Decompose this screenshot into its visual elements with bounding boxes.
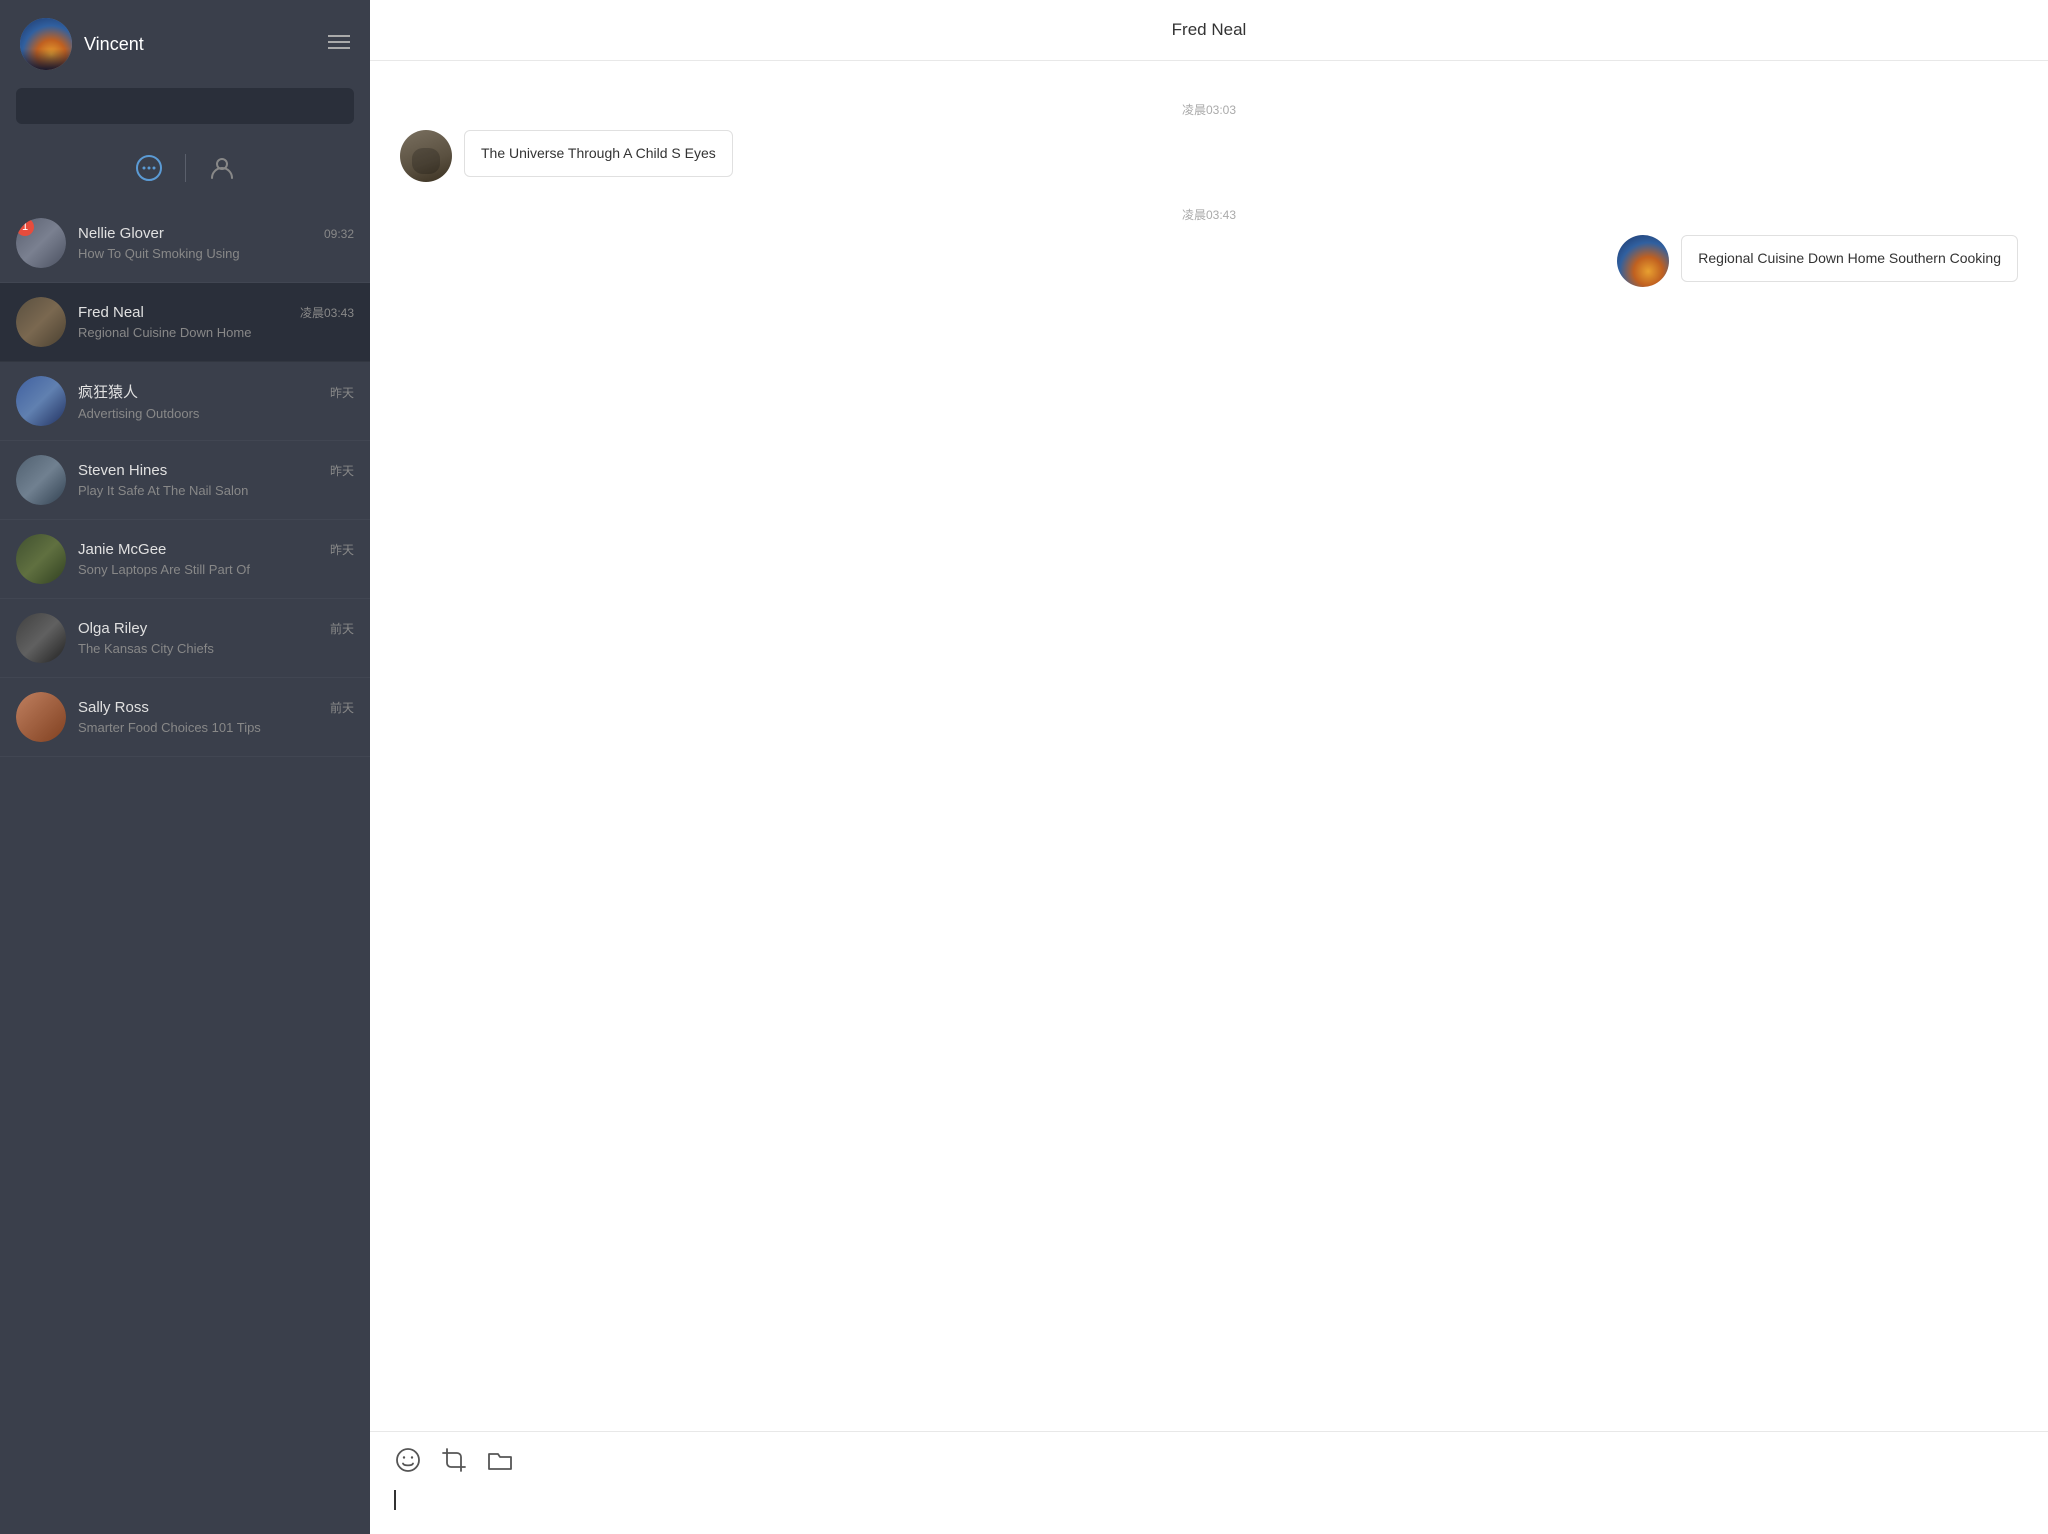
contact-info-fred-neal: Fred Neal 凌晨03:43 Regional Cuisine Down Ho… [78, 304, 354, 340]
search-bar[interactable] [16, 88, 354, 124]
contact-preview-steven-hines: Play It Safe At The Nail Salon [78, 483, 354, 498]
contact-name-olga-riley: Olga Riley [78, 620, 147, 637]
contact-info-sally-ross: Sally Ross 前天 Smarter Food Choices 101 Tip… [78, 699, 354, 735]
tab-chat[interactable] [125, 144, 173, 192]
contact-name-nellie-glover: Nellie Glover [78, 225, 164, 242]
sidebar-header: Vincent [0, 0, 370, 88]
contact-info-nellie-glover: Nellie Glover 09:32 How To Quit Smoking Us… [78, 225, 354, 261]
contact-preview-crazy-monkey: Advertising Outdoors [78, 406, 354, 421]
contact-preview-olga-riley: The Kansas City Chiefs [78, 641, 354, 656]
contact-item-sally-ross[interactable]: Sally Ross 前天 Smarter Food Choices 101 Tip… [0, 678, 370, 757]
contact-avatar-olga-riley [16, 613, 66, 663]
contact-preview-janie-mcgee: Sony Laptops Are Still Part Of [78, 562, 354, 577]
text-cursor [394, 1490, 396, 1510]
message-row-msg-1: The Universe Through A Child S Eyes [400, 130, 2018, 182]
contact-name-steven-hines: Steven Hines [78, 462, 167, 479]
contact-info-olga-riley: Olga Riley 前天 The Kansas City Chiefs [78, 620, 354, 656]
sidebar-username: Vincent [84, 34, 144, 55]
user-avatar [20, 18, 72, 70]
contact-name-sally-ross: Sally Ross [78, 699, 149, 716]
contact-item-janie-mcgee[interactable]: Janie McGee 昨天 Sony Laptops Are Still Part… [0, 520, 370, 599]
contact-preview-fred-neal: Regional Cuisine Down Home [78, 325, 354, 340]
contact-info-janie-mcgee: Janie McGee 昨天 Sony Laptops Are Still Part… [78, 541, 354, 577]
message-bubble-msg-1: The Universe Through A Child S Eyes [464, 130, 733, 177]
contact-time-janie-mcgee: 昨天 [330, 541, 354, 558]
sidebar: Vincent [0, 0, 370, 1534]
contact-avatar-steven-hines [16, 455, 66, 505]
contact-time-steven-hines: 昨天 [330, 462, 354, 479]
chat-footer [370, 1431, 2048, 1534]
emoji-icon[interactable] [394, 1446, 422, 1474]
contact-item-olga-riley[interactable]: Olga Riley 前天 The Kansas City Chiefs [0, 599, 370, 678]
contact-item-fred-neal[interactable]: Fred Neal 凌晨03:43 Regional Cuisine Down Ho… [0, 283, 370, 362]
contact-item-crazy-monkey[interactable]: 疯狂猿人 昨天 Advertising Outdoors [0, 362, 370, 441]
contact-name-fred-neal: Fred Neal [78, 304, 144, 321]
footer-icons [394, 1446, 2024, 1474]
crop-icon[interactable] [440, 1446, 468, 1474]
contact-item-steven-hines[interactable]: Steven Hines 昨天 Play It Safe At The Nail S… [0, 441, 370, 520]
tab-contacts[interactable] [198, 144, 246, 192]
sidebar-user: Vincent [20, 18, 144, 70]
contact-name-janie-mcgee: Janie McGee [78, 541, 166, 558]
contact-info-crazy-monkey: 疯狂猿人 昨天 Advertising Outdoors [78, 381, 354, 421]
folder-icon[interactable] [486, 1446, 514, 1474]
menu-icon[interactable] [328, 34, 350, 54]
contact-avatar-nellie-glover: 1 [16, 218, 66, 268]
contact-name-crazy-monkey: 疯狂猿人 [78, 381, 138, 402]
message-bubble-msg-2: Regional Cuisine Down Home Southern Cook… [1681, 235, 2018, 282]
contact-avatar-janie-mcgee [16, 534, 66, 584]
contact-avatar-fred-neal [16, 297, 66, 347]
badge-nellie-glover: 1 [16, 218, 34, 236]
timestamp-msg-1: 凌晨03:03 [400, 101, 2018, 118]
message-row-msg-2: Regional Cuisine Down Home Southern Cook… [400, 235, 2018, 287]
contact-preview-sally-ross: Smarter Food Choices 101 Tips [78, 720, 354, 735]
contact-time-sally-ross: 前天 [330, 699, 354, 716]
contact-time-nellie-glover: 09:32 [324, 227, 354, 241]
chat-header: Fred Neal [370, 0, 2048, 61]
chat-body: 凌晨03:03 The Universe Through A Child S Ey… [370, 61, 2048, 1431]
contact-info-steven-hines: Steven Hines 昨天 Play It Safe At The Nail S… [78, 462, 354, 498]
timestamp-msg-2: 凌晨03:43 [400, 206, 2018, 223]
contact-avatar-sally-ross [16, 692, 66, 742]
contact-avatar-crazy-monkey [16, 376, 66, 426]
tab-divider [185, 154, 186, 182]
chat-title: Fred Neal [1172, 20, 1247, 39]
message-avatar-out-msg-2 [1617, 235, 1669, 287]
main-chat: Fred Neal 凌晨03:03 The Universe Through A … [370, 0, 2048, 1534]
contact-time-olga-riley: 前天 [330, 620, 354, 637]
message-input-area[interactable] [394, 1486, 2024, 1526]
contact-preview-nellie-glover: How To Quit Smoking Using [78, 246, 354, 261]
contact-time-crazy-monkey: 昨天 [330, 384, 354, 401]
contact-time-fred-neal: 凌晨03:43 [300, 304, 354, 321]
sidebar-tabs [0, 136, 370, 204]
contact-list: 1 Nellie Glover 09:32 How To Quit Smoking U… [0, 204, 370, 1534]
message-avatar-msg-1 [400, 130, 452, 182]
contact-item-nellie-glover[interactable]: 1 Nellie Glover 09:32 How To Quit Smoking U… [0, 204, 370, 283]
